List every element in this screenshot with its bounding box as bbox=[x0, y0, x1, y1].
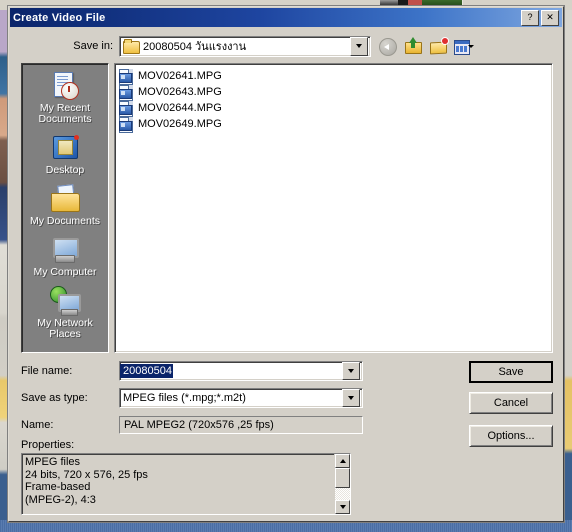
create-video-file-dialog: Create Video File ? ✕ Save in: 20080504 … bbox=[8, 6, 564, 522]
file-name-label: File name: bbox=[21, 365, 73, 377]
dialog-body: My Recent Documents Desktop My Documents… bbox=[21, 63, 553, 353]
dialog-titlebar: Create Video File ? ✕ bbox=[10, 8, 562, 27]
file-list[interactable]: MOV02641.MPG MOV02643.MPG MOV02644.MPG M… bbox=[114, 63, 553, 353]
scroll-down-icon[interactable] bbox=[335, 500, 350, 514]
dialog-form: File name: 20080504 Save as type: MPEG f… bbox=[21, 361, 553, 515]
scroll-up-icon[interactable] bbox=[335, 454, 350, 468]
list-item[interactable]: MOV02643.MPG bbox=[118, 84, 550, 101]
properties-text: MPEG files 24 bits, 720 x 576, 25 fps Fr… bbox=[22, 454, 334, 514]
save-as-type-label: Save as type: bbox=[21, 392, 88, 404]
mpeg-file-icon bbox=[118, 116, 134, 133]
file-name-dropdown-arrow[interactable] bbox=[342, 362, 360, 380]
back-icon[interactable] bbox=[379, 37, 399, 56]
save-in-label: Save in: bbox=[73, 40, 113, 52]
close-button[interactable]: ✕ bbox=[541, 9, 559, 26]
cancel-button[interactable]: Cancel bbox=[469, 392, 553, 414]
file-name-input[interactable]: 20080504 bbox=[120, 364, 173, 378]
place-my-network-places[interactable]: My Network Places bbox=[24, 283, 106, 343]
dialog-title: Create Video File bbox=[13, 11, 106, 24]
properties-line: (MPEG-2), 4:3 bbox=[25, 493, 96, 506]
scrollbar-thumb[interactable] bbox=[335, 468, 350, 488]
properties-line: 24 bits, 720 x 576, 25 fps bbox=[25, 468, 148, 481]
name-value: PAL MPEG2 (720x576 ,25 fps) bbox=[119, 416, 363, 434]
save-in-value: 20080504 วันแรงงาน bbox=[143, 41, 247, 53]
mpeg-file-icon bbox=[118, 84, 134, 101]
titlebar-buttons: ? ✕ bbox=[521, 9, 562, 26]
up-one-level-icon[interactable] bbox=[404, 37, 424, 55]
desktop-icon bbox=[49, 132, 81, 164]
action-buttons: Save Cancel Options... bbox=[469, 361, 553, 456]
save-button[interactable]: Save bbox=[469, 361, 553, 383]
place-label: My Computer bbox=[33, 266, 97, 278]
recent-documents-icon bbox=[49, 70, 81, 102]
views-icon[interactable] bbox=[454, 37, 474, 55]
save-as-type-value: MPEG files (*.mpg;*.m2t) bbox=[123, 392, 246, 404]
place-my-documents[interactable]: My Documents bbox=[24, 181, 106, 230]
mpeg-file-icon bbox=[118, 100, 134, 117]
place-my-computer[interactable]: My Computer bbox=[24, 232, 106, 281]
places-bar: My Recent Documents Desktop My Documents… bbox=[21, 63, 109, 353]
list-item[interactable]: MOV02649.MPG bbox=[118, 116, 550, 133]
save-in-combobox[interactable]: 20080504 วันแรงงาน bbox=[119, 35, 371, 57]
save-as-type-dropdown-arrow[interactable] bbox=[342, 389, 360, 407]
my-network-places-icon bbox=[49, 285, 81, 317]
place-label: My Documents bbox=[29, 215, 101, 227]
mpeg-file-icon bbox=[118, 68, 134, 85]
scrollbar-track[interactable] bbox=[335, 488, 350, 500]
save-in-dropdown-arrow[interactable] bbox=[350, 36, 368, 56]
file-name: MOV02649.MPG bbox=[138, 118, 222, 130]
place-label: My Network Places bbox=[37, 317, 93, 340]
place-desktop[interactable]: Desktop bbox=[24, 130, 106, 179]
file-name: MOV02644.MPG bbox=[138, 102, 222, 114]
dialog-toolbar bbox=[379, 37, 474, 56]
place-label: My Recent Documents bbox=[38, 102, 92, 125]
options-button[interactable]: Options... bbox=[469, 425, 553, 447]
list-item[interactable]: MOV02641.MPG bbox=[118, 68, 550, 85]
save-as-type-combobox[interactable]: MPEG files (*.mpg;*.m2t) bbox=[119, 388, 363, 408]
properties-box[interactable]: MPEG files 24 bits, 720 x 576, 25 fps Fr… bbox=[21, 453, 351, 515]
file-name-combobox[interactable]: 20080504 bbox=[119, 361, 363, 381]
file-name: MOV02641.MPG bbox=[138, 70, 222, 82]
list-item[interactable]: MOV02644.MPG bbox=[118, 100, 550, 117]
name-label: Name: bbox=[21, 419, 54, 431]
my-documents-icon bbox=[49, 183, 81, 215]
place-my-recent-documents[interactable]: My Recent Documents bbox=[24, 68, 106, 128]
new-folder-icon[interactable] bbox=[429, 37, 449, 55]
save-in-row: Save in: 20080504 วันแรงงาน bbox=[9, 35, 553, 57]
file-name: MOV02643.MPG bbox=[138, 86, 222, 98]
help-button[interactable]: ? bbox=[521, 9, 539, 26]
properties-line: Frame-based bbox=[25, 481, 91, 493]
my-computer-icon bbox=[49, 234, 81, 266]
properties-scrollbar[interactable] bbox=[334, 454, 350, 514]
folder-icon bbox=[123, 39, 140, 54]
place-label: Desktop bbox=[45, 164, 85, 176]
properties-line: MPEG files bbox=[25, 456, 81, 468]
